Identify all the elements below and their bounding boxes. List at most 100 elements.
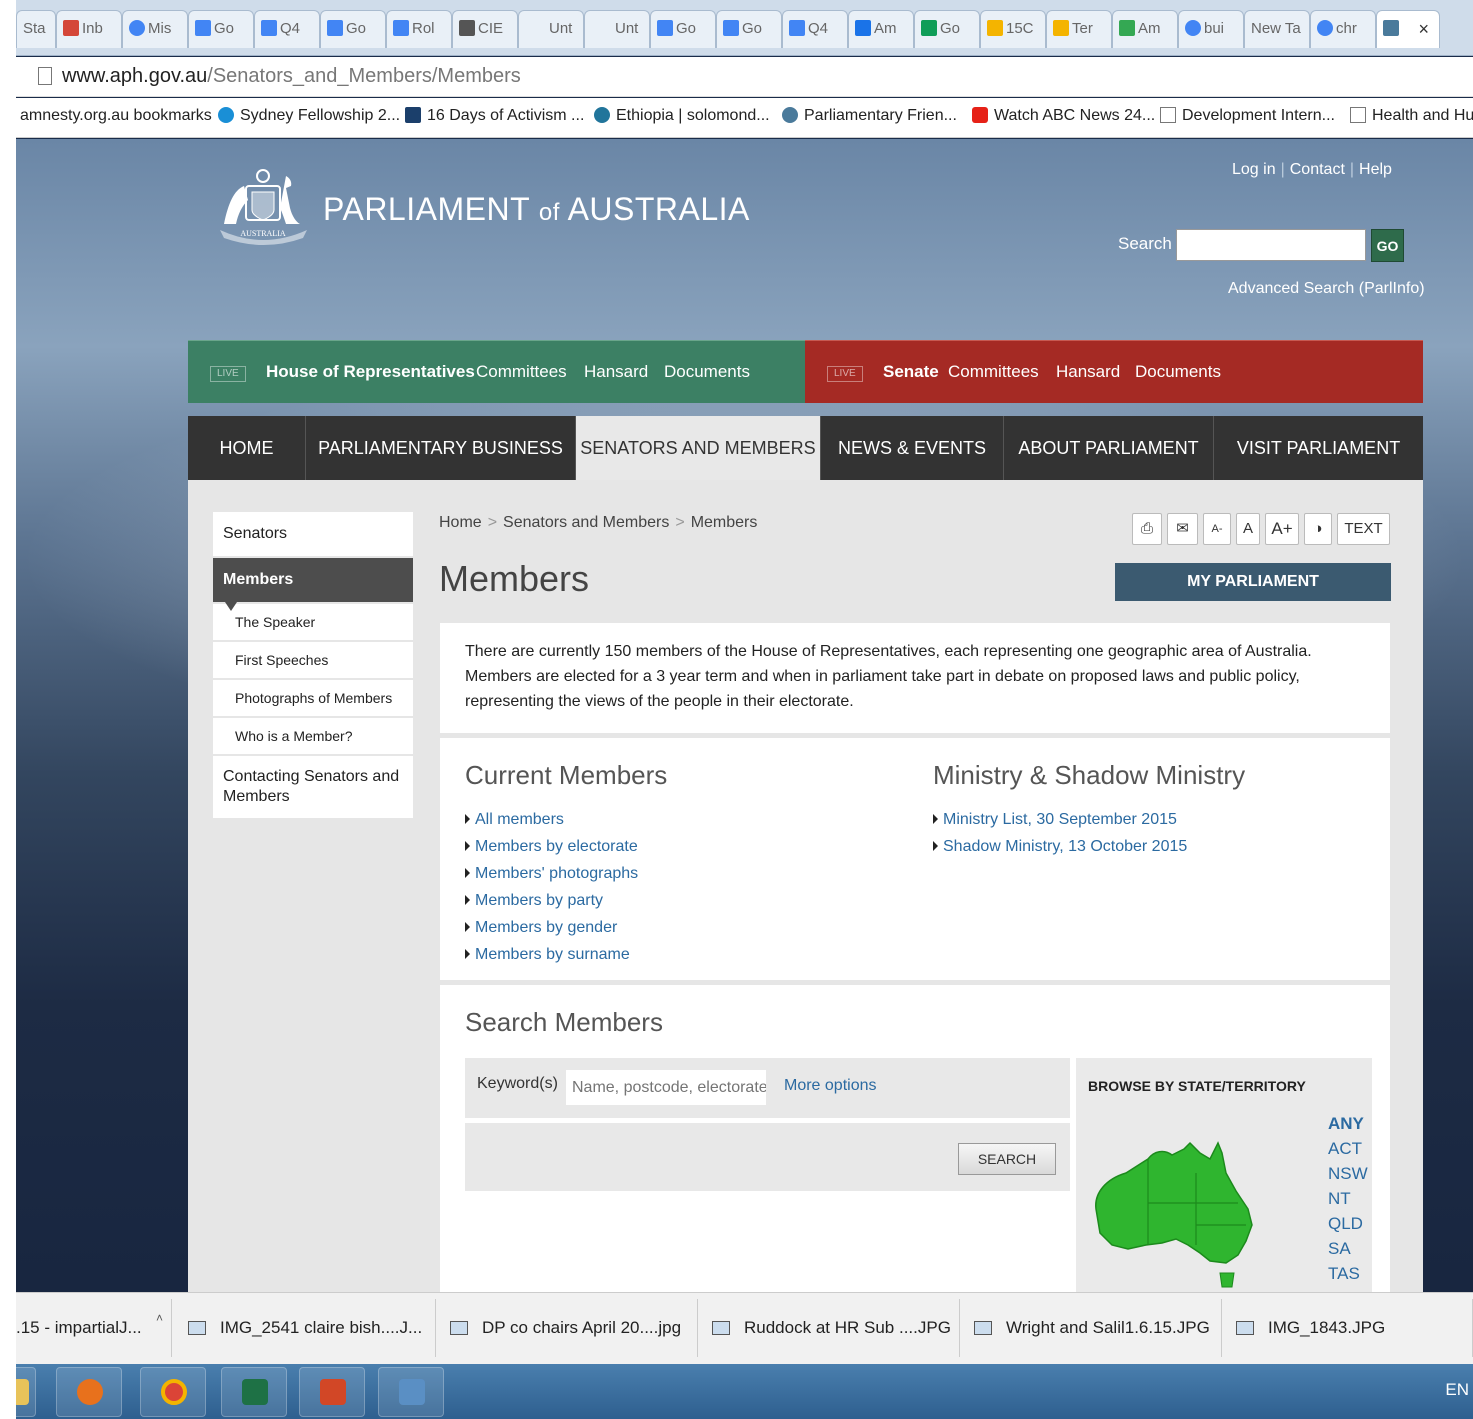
download-item[interactable]: Ruddock at HR Sub ....JPG: [702, 1299, 960, 1357]
bookmark-amnesty[interactable]: amnesty.org.au bookmarks: [20, 107, 212, 125]
download-item[interactable]: .15 - impartialJ... ˄: [16, 1299, 172, 1357]
breadcrumb-senators-members[interactable]: Senators and Members: [503, 514, 669, 531]
link-members-by-gender[interactable]: Members by gender: [465, 919, 638, 937]
help-link[interactable]: Help: [1359, 161, 1392, 178]
link-all-members[interactable]: All members: [465, 811, 638, 829]
site-title[interactable]: PARLIAMENT of AUSTRALIA: [323, 191, 750, 228]
bookmark-parliamentary-friends[interactable]: Parliamentary Frien...: [782, 107, 957, 125]
tab-6[interactable]: Rol: [386, 10, 452, 48]
bookmark-abc-news[interactable]: Watch ABC News 24...: [972, 107, 1155, 125]
nav-home[interactable]: HOME: [188, 416, 306, 480]
tab-gmail[interactable]: Inb: [56, 10, 122, 48]
search-button[interactable]: SEARCH: [958, 1143, 1056, 1175]
tab-0[interactable]: Sta: [16, 10, 56, 48]
tab-14[interactable]: Go: [914, 10, 980, 48]
text-only-button[interactable]: TEXT: [1337, 513, 1390, 545]
nav-parliamentary-business[interactable]: PARLIAMENTARY BUSINESS: [306, 416, 576, 480]
tab-11[interactable]: Go: [716, 10, 782, 48]
bookmark-health[interactable]: Health and Hu: [1350, 107, 1473, 125]
bookmark-16-days[interactable]: 16 Days of Activism ...: [405, 107, 584, 125]
senate-live-badge[interactable]: LIVE: [827, 366, 863, 382]
state-act[interactable]: ACT: [1328, 1139, 1368, 1160]
photo-viewer-button[interactable]: [378, 1367, 444, 1417]
contact-link[interactable]: Contact: [1290, 161, 1345, 178]
email-icon[interactable]: ✉: [1167, 513, 1198, 545]
sidenav-senators[interactable]: Senators: [213, 512, 413, 558]
contrast-icon[interactable]: ◑: [1304, 513, 1332, 545]
url-text[interactable]: www.aph.gov.au/Senators_and_Members/Memb…: [62, 65, 521, 88]
breadcrumb-home[interactable]: Home: [439, 514, 482, 531]
tab-4[interactable]: Q4: [254, 10, 320, 48]
bookmark-development[interactable]: Development Intern...: [1160, 107, 1335, 125]
nav-senators-and-members[interactable]: SENATORS AND MEMBERS: [576, 416, 821, 480]
tab-5[interactable]: Go: [320, 10, 386, 48]
state-qld[interactable]: QLD: [1328, 1214, 1368, 1235]
sidenav-first-speeches[interactable]: First Speeches: [213, 642, 413, 680]
keyword-input[interactable]: [566, 1070, 766, 1105]
tab-2[interactable]: Mis: [122, 10, 188, 48]
powerpoint-button[interactable]: [299, 1367, 365, 1417]
state-nsw[interactable]: NSW: [1328, 1164, 1368, 1185]
house-documents-link[interactable]: Documents: [664, 362, 750, 382]
state-tas[interactable]: TAS: [1328, 1264, 1368, 1285]
my-parliament-button[interactable]: MY PARLIAMENT: [1115, 563, 1391, 601]
tab-active-parliament[interactable]: ×: [1376, 10, 1440, 48]
tab-16[interactable]: Ter: [1046, 10, 1112, 48]
house-live-badge[interactable]: LIVE: [210, 366, 246, 382]
tab-13[interactable]: Am: [848, 10, 914, 48]
login-link[interactable]: Log in: [1232, 161, 1276, 178]
tab-7[interactable]: CIE: [452, 10, 518, 48]
tab-20[interactable]: chr: [1310, 10, 1376, 48]
link-members-photographs[interactable]: Members' photographs: [465, 865, 638, 883]
link-members-by-surname[interactable]: Members by surname: [465, 946, 638, 964]
sidenav-who-is-a-member[interactable]: Who is a Member?: [213, 718, 413, 756]
download-item[interactable]: DP co chairs April 20....jpg: [440, 1299, 698, 1357]
sidenav-the-speaker[interactable]: The Speaker: [213, 604, 413, 642]
state-nt[interactable]: NT: [1328, 1189, 1368, 1210]
link-ministry-list[interactable]: Ministry List, 30 September 2015: [933, 811, 1187, 829]
nav-visit-parliament[interactable]: VISIT PARLIAMENT: [1214, 416, 1423, 480]
nav-about-parliament[interactable]: ABOUT PARLIAMENT: [1004, 416, 1214, 480]
normal-font-button[interactable]: A: [1236, 513, 1260, 545]
senate-documents-link[interactable]: Documents: [1135, 362, 1221, 382]
excel-button[interactable]: [221, 1367, 287, 1417]
tab-new-tab[interactable]: New Ta: [1244, 10, 1310, 48]
tab-10[interactable]: Go: [650, 10, 716, 48]
tab-3[interactable]: Go: [188, 10, 254, 48]
senate-hansard-link[interactable]: Hansard: [1056, 362, 1120, 382]
tab-8[interactable]: Unt: [518, 10, 584, 48]
sidenav-members[interactable]: Members: [213, 558, 413, 611]
advanced-search-link[interactable]: Advanced Search (ParlInfo): [1228, 280, 1425, 298]
more-options-link[interactable]: More options: [784, 1077, 877, 1095]
tab-12[interactable]: Q4: [782, 10, 848, 48]
bookmark-ethiopia[interactable]: Ethiopia | solomond...: [594, 107, 770, 125]
senate-link[interactable]: Senate: [883, 362, 939, 382]
close-tab-icon[interactable]: ×: [1418, 11, 1429, 47]
increase-font-button[interactable]: A+: [1265, 513, 1299, 545]
house-of-representatives-link[interactable]: House of Representatives: [266, 362, 475, 382]
media-player-button[interactable]: [56, 1367, 122, 1417]
download-item[interactable]: IMG_1843.JPG: [1226, 1299, 1473, 1357]
decrease-font-button[interactable]: A-: [1203, 513, 1231, 545]
bookmark-sydney-fellowship[interactable]: Sydney Fellowship 2...: [218, 107, 400, 125]
tab-17[interactable]: Am: [1112, 10, 1178, 48]
go-button[interactable]: GO: [1371, 229, 1404, 262]
state-any[interactable]: ANY: [1328, 1114, 1368, 1135]
link-members-by-party[interactable]: Members by party: [465, 892, 638, 910]
state-sa[interactable]: SA: [1328, 1239, 1368, 1260]
nav-news-events[interactable]: NEWS & EVENTS: [821, 416, 1004, 480]
senate-committees-link[interactable]: Committees: [948, 362, 1039, 382]
download-item[interactable]: Wright and Salil1.6.15.JPG: [964, 1299, 1222, 1357]
chrome-button[interactable]: [140, 1367, 206, 1417]
download-item[interactable]: IMG_2541 claire bish....J...: [178, 1299, 436, 1357]
australia-map[interactable]: [1088, 1113, 1258, 1292]
sidenav-contacting[interactable]: Contacting Senators and Members: [213, 756, 413, 820]
link-shadow-ministry[interactable]: Shadow Ministry, 13 October 2015: [933, 838, 1187, 856]
link-members-by-electorate[interactable]: Members by electorate: [465, 838, 638, 856]
language-indicator[interactable]: EN: [1445, 1380, 1469, 1400]
print-icon[interactable]: ⎙: [1132, 513, 1162, 545]
tab-9[interactable]: Unt: [584, 10, 650, 48]
coat-of-arms-logo[interactable]: AUSTRALIA: [216, 164, 311, 249]
site-search-input[interactable]: [1176, 229, 1366, 261]
tab-15[interactable]: 15C: [980, 10, 1046, 48]
